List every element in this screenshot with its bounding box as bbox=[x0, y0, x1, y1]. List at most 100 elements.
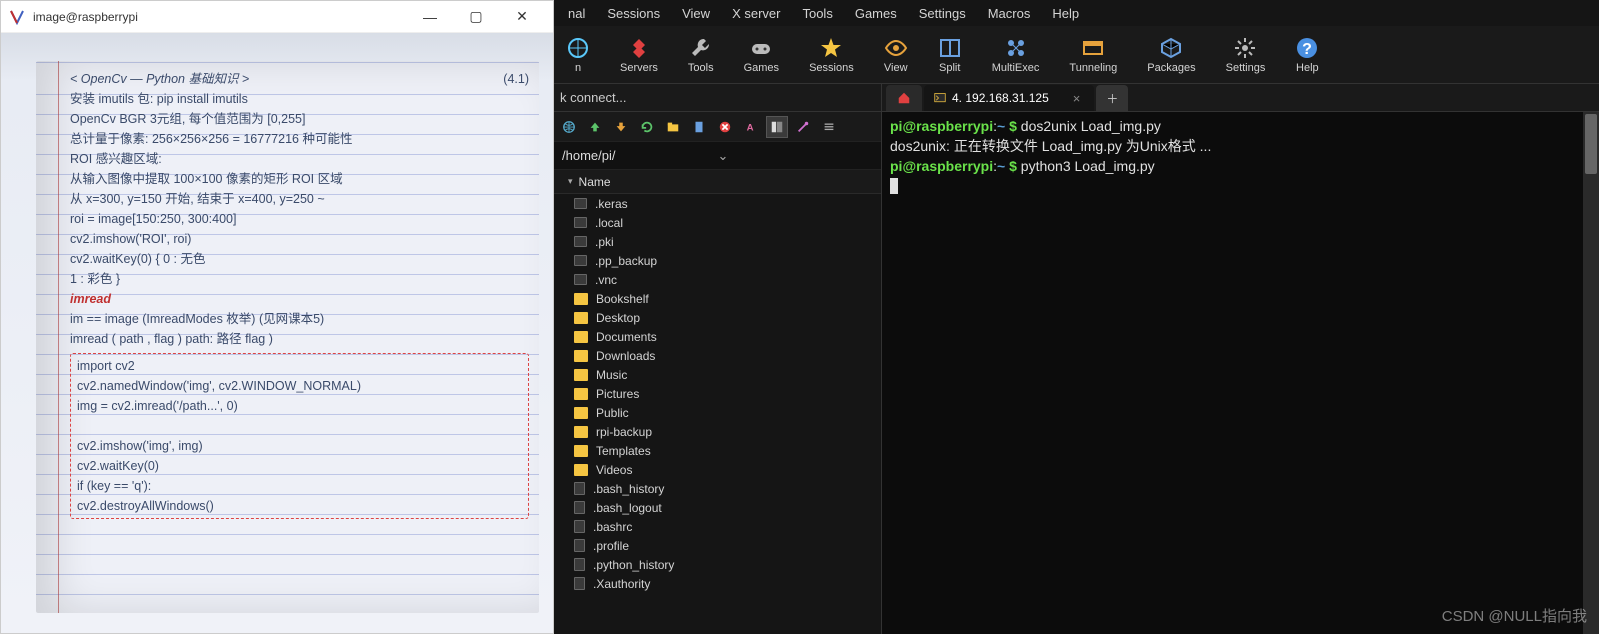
file-item[interactable]: Downloads bbox=[554, 346, 881, 365]
file-item[interactable]: rpi-backup bbox=[554, 422, 881, 441]
close-button[interactable]: ✕ bbox=[499, 1, 545, 33]
file-item[interactable]: Templates bbox=[554, 441, 881, 460]
tab-label: 4. 192.168.31.125 bbox=[952, 91, 1049, 105]
quick-connect-bar[interactable]: k connect... bbox=[554, 84, 881, 112]
tab-add[interactable]: ＋ bbox=[1096, 85, 1128, 111]
menubar: nalSessionsViewX serverToolsGamesSetting… bbox=[554, 0, 1599, 26]
file-item[interactable]: .vnc bbox=[554, 270, 881, 289]
terminal-output[interactable]: pi@raspberrypi:~ $ dos2unix Load_img.pyd… bbox=[882, 112, 1599, 634]
sftp-newfolder-icon[interactable] bbox=[662, 116, 684, 138]
file-icon bbox=[574, 558, 585, 571]
sftp-globe-icon[interactable] bbox=[558, 116, 580, 138]
sftp-newfile-icon[interactable] bbox=[688, 116, 710, 138]
folder-icon bbox=[574, 331, 588, 343]
folder-icon bbox=[574, 388, 588, 400]
toolbtn-packages[interactable]: Packages bbox=[1141, 34, 1201, 76]
folder-icon bbox=[574, 464, 588, 476]
sftp-wand-icon[interactable] bbox=[792, 116, 814, 138]
session-icon bbox=[566, 36, 590, 60]
svg-text:?: ? bbox=[1302, 41, 1312, 58]
view-icon bbox=[884, 36, 908, 60]
folder-icon bbox=[574, 217, 587, 228]
folder-icon bbox=[574, 445, 588, 457]
toolbtn-help[interactable]: ?Help bbox=[1289, 34, 1325, 76]
file-item[interactable]: Pictures bbox=[554, 384, 881, 403]
tab-close-icon[interactable]: × bbox=[1073, 91, 1081, 106]
sftp-refresh-icon[interactable] bbox=[636, 116, 658, 138]
sftp-column-header[interactable]: ▾Name bbox=[554, 170, 881, 194]
folder-icon bbox=[574, 407, 588, 419]
toolbtn-multiexec[interactable]: MultiExec bbox=[986, 34, 1046, 76]
file-icon bbox=[574, 482, 585, 495]
file-name: Videos bbox=[596, 463, 632, 477]
file-name: Music bbox=[596, 368, 627, 382]
file-name: Public bbox=[596, 406, 629, 420]
image-viewer-window: image@raspberrypi — ▢ ✕ < OpenCv — Pytho… bbox=[0, 0, 554, 634]
folder-icon bbox=[574, 426, 588, 438]
file-name: Downloads bbox=[596, 349, 655, 363]
toolbtn-view[interactable]: View bbox=[878, 34, 914, 76]
sftp-down-icon[interactable] bbox=[610, 116, 632, 138]
sftp-menu-icon[interactable] bbox=[818, 116, 840, 138]
folder-icon bbox=[574, 369, 588, 381]
terminal-scrollbar[interactable] bbox=[1583, 112, 1599, 634]
menu-nal[interactable]: nal bbox=[558, 4, 595, 23]
menu-sessions[interactable]: Sessions bbox=[597, 4, 670, 23]
quick-connect-text: k connect... bbox=[560, 90, 626, 105]
file-item[interactable]: Documents bbox=[554, 327, 881, 346]
sftp-up-icon[interactable] bbox=[584, 116, 606, 138]
file-item[interactable]: .python_history bbox=[554, 555, 881, 574]
menu-tools[interactable]: Tools bbox=[792, 4, 842, 23]
toolbtn-tunneling[interactable]: Tunneling bbox=[1063, 34, 1123, 76]
menu-x-server[interactable]: X server bbox=[722, 4, 790, 23]
file-item[interactable]: .bash_history bbox=[554, 479, 881, 498]
toolbtn-games[interactable]: Games bbox=[738, 34, 785, 76]
tab-ssh-session[interactable]: 4. 192.168.31.125 × bbox=[924, 85, 1094, 111]
sftp-file-list[interactable]: .keras.local.pki.pp_backup.vncBookshelfD… bbox=[554, 194, 881, 634]
file-item[interactable]: .local bbox=[554, 213, 881, 232]
folder-icon bbox=[574, 312, 588, 324]
file-name: Templates bbox=[596, 444, 651, 458]
toolbtn-settings[interactable]: Settings bbox=[1220, 34, 1272, 76]
toolbtn-n[interactable]: n bbox=[560, 34, 596, 76]
file-item[interactable]: .bash_logout bbox=[554, 498, 881, 517]
menu-macros[interactable]: Macros bbox=[978, 4, 1041, 23]
file-item[interactable]: Public bbox=[554, 403, 881, 422]
sftp-delete-icon[interactable] bbox=[714, 116, 736, 138]
sftp-font-icon[interactable]: A bbox=[740, 116, 762, 138]
file-icon bbox=[574, 577, 585, 590]
file-item[interactable]: Music bbox=[554, 365, 881, 384]
toolbtn-tools[interactable]: Tools bbox=[682, 34, 720, 76]
maximize-button[interactable]: ▢ bbox=[453, 1, 499, 33]
file-name: .pp_backup bbox=[595, 254, 657, 268]
file-item[interactable]: .profile bbox=[554, 536, 881, 555]
sftp-path[interactable]: /home/pi/ ⌄ bbox=[554, 142, 881, 170]
file-item[interactable]: Bookshelf bbox=[554, 289, 881, 308]
toolbtn-split[interactable]: Split bbox=[932, 34, 968, 76]
file-item[interactable]: .bashrc bbox=[554, 517, 881, 536]
file-item[interactable]: .keras bbox=[554, 194, 881, 213]
file-item[interactable]: .Xauthority bbox=[554, 574, 881, 593]
terminal-cursor bbox=[890, 178, 898, 194]
terminal-tabbar: 4. 192.168.31.125 × ＋ bbox=[882, 84, 1599, 112]
file-item[interactable]: .pp_backup bbox=[554, 251, 881, 270]
menu-help[interactable]: Help bbox=[1042, 4, 1089, 23]
minimize-button[interactable]: — bbox=[407, 1, 453, 33]
file-item[interactable]: Videos bbox=[554, 460, 881, 479]
games-icon bbox=[749, 36, 773, 60]
sftp-toolbar: A bbox=[554, 112, 881, 142]
file-item[interactable]: Desktop bbox=[554, 308, 881, 327]
file-item[interactable]: .pki bbox=[554, 232, 881, 251]
menu-settings[interactable]: Settings bbox=[909, 4, 976, 23]
menu-view[interactable]: View bbox=[672, 4, 720, 23]
tab-home[interactable] bbox=[886, 85, 922, 111]
toolbtn-sessions[interactable]: Sessions bbox=[803, 34, 860, 76]
toolbtn-servers[interactable]: Servers bbox=[614, 34, 664, 76]
file-name: .bash_history bbox=[593, 482, 664, 496]
sftp-view-icon[interactable] bbox=[766, 116, 788, 138]
settings-icon bbox=[1233, 36, 1257, 60]
terminal-panel: 4. 192.168.31.125 × ＋ pi@raspberrypi:~ $… bbox=[882, 84, 1599, 634]
menu-games[interactable]: Games bbox=[845, 4, 907, 23]
path-dropdown-icon[interactable]: ⌄ bbox=[712, 148, 874, 164]
image-viewer-content: < OpenCv — Python 基础知识 > (4.1) 安装 imutil… bbox=[1, 33, 553, 633]
